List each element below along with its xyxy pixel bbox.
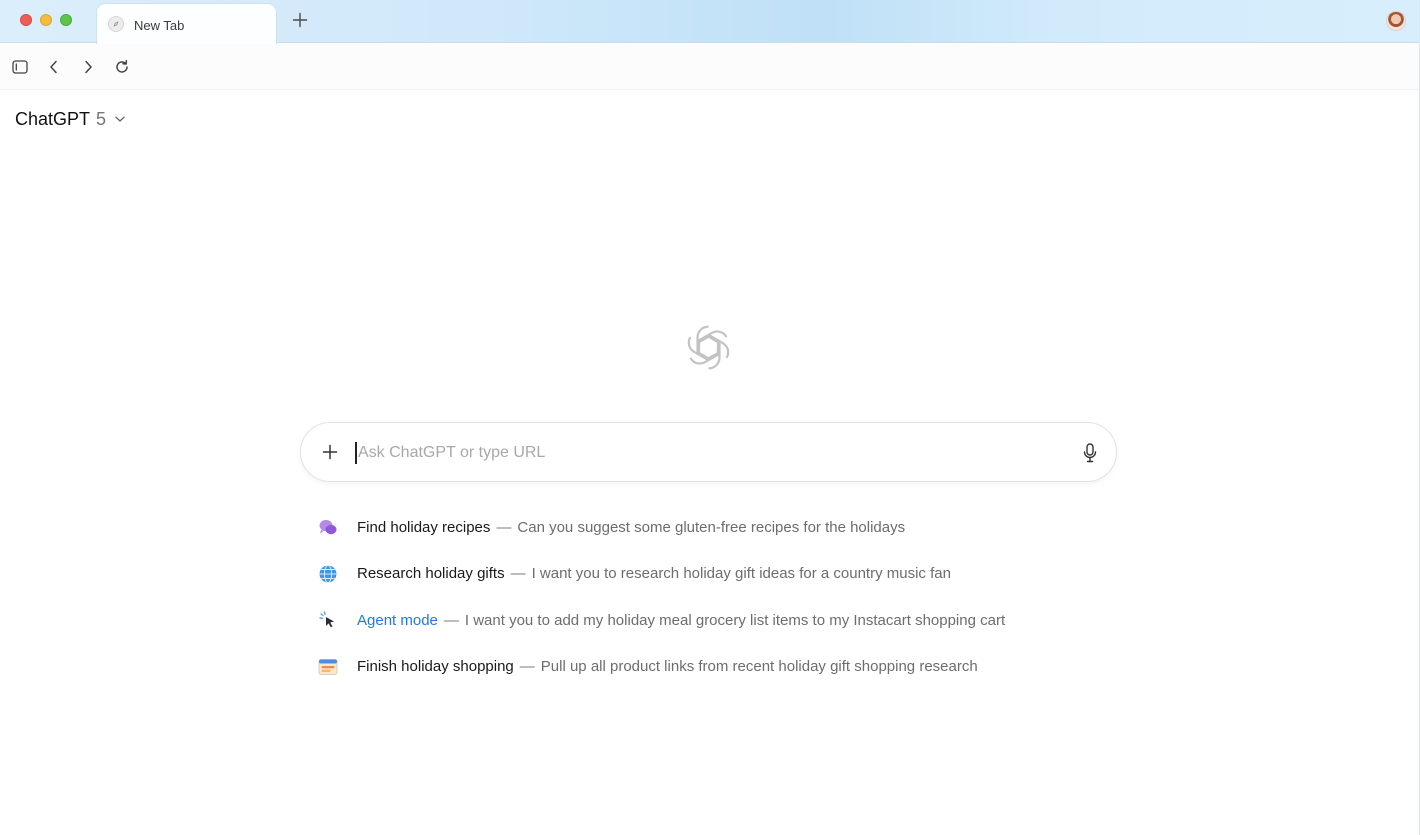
suggestion-item[interactable]: Agent mode — I want you to add my holida… xyxy=(317,597,1097,644)
suggestion-title: Agent mode xyxy=(357,611,438,629)
suggestion-description: Pull up all product links from recent ho… xyxy=(540,658,978,676)
model-name: ChatGPT xyxy=(15,108,91,129)
toolbar xyxy=(0,44,1419,90)
plus-icon xyxy=(322,444,338,460)
tab-bar: New Tab xyxy=(0,0,1419,44)
microphone-button[interactable] xyxy=(1079,441,1101,465)
suggestion-description: I want you to research holiday gift idea… xyxy=(531,565,951,583)
plus-icon xyxy=(292,12,308,28)
suggestion-item[interactable]: Find holiday recipes — Can you suggest s… xyxy=(317,504,1097,551)
cursor-click-icon xyxy=(317,609,339,631)
suggestion-item[interactable]: Research holiday gifts — I want you to r… xyxy=(317,551,1097,598)
avatar[interactable] xyxy=(1386,11,1406,31)
suggestion-separator: — xyxy=(510,565,526,583)
minimize-window-button[interactable] xyxy=(40,14,52,26)
sidebar-toggle-icon xyxy=(12,60,28,74)
tab-new-tab[interactable]: New Tab xyxy=(96,3,277,44)
tab-title: New Tab xyxy=(134,18,185,33)
openai-logo xyxy=(683,325,734,370)
compass-icon xyxy=(108,16,124,32)
zoom-window-button[interactable] xyxy=(60,14,72,26)
suggestion-separator: — xyxy=(496,518,512,536)
suggestion-description: Can you suggest some gluten-free recipes… xyxy=(517,518,906,536)
suggestion-description: I want you to add my holiday meal grocer… xyxy=(464,611,1006,629)
suggestion-title: Research holiday gifts xyxy=(357,565,505,583)
text-caret xyxy=(355,442,357,464)
chevron-left-icon xyxy=(50,60,57,74)
model-version: 5 xyxy=(96,108,107,129)
globe-icon xyxy=(317,563,339,585)
suggestion-title: Find holiday recipes xyxy=(357,518,491,536)
new-tab-button[interactable] xyxy=(288,8,312,32)
attach-button[interactable] xyxy=(319,441,341,463)
chat-bubbles-icon xyxy=(317,516,339,538)
suggestion-title: Finish holiday shopping xyxy=(357,658,514,676)
browser-window-icon xyxy=(317,656,339,678)
model-selector[interactable]: ChatGPT 5 xyxy=(15,107,126,131)
browser-window: New Tab ChatGPT 5 Ask ChatGPT or type UR… xyxy=(0,0,1420,835)
sidebar-toggle-button[interactable] xyxy=(9,56,31,78)
suggestion-item[interactable]: Finish holiday shopping — Pull up all pr… xyxy=(317,644,1097,691)
forward-button[interactable] xyxy=(77,56,99,78)
microphone-icon xyxy=(1083,443,1097,463)
chevron-down-icon xyxy=(115,116,125,122)
back-button[interactable] xyxy=(43,56,65,78)
close-window-button[interactable] xyxy=(20,14,32,26)
chevron-right-icon xyxy=(85,60,92,74)
reload-button[interactable] xyxy=(111,56,133,78)
search-input[interactable] xyxy=(358,439,1058,467)
suggestion-separator: — xyxy=(443,611,459,629)
reload-icon xyxy=(116,60,128,73)
suggestion-list: Find holiday recipes — Can you suggest s… xyxy=(317,504,1097,690)
composer xyxy=(300,422,1117,482)
suggestion-separator: — xyxy=(519,658,535,676)
